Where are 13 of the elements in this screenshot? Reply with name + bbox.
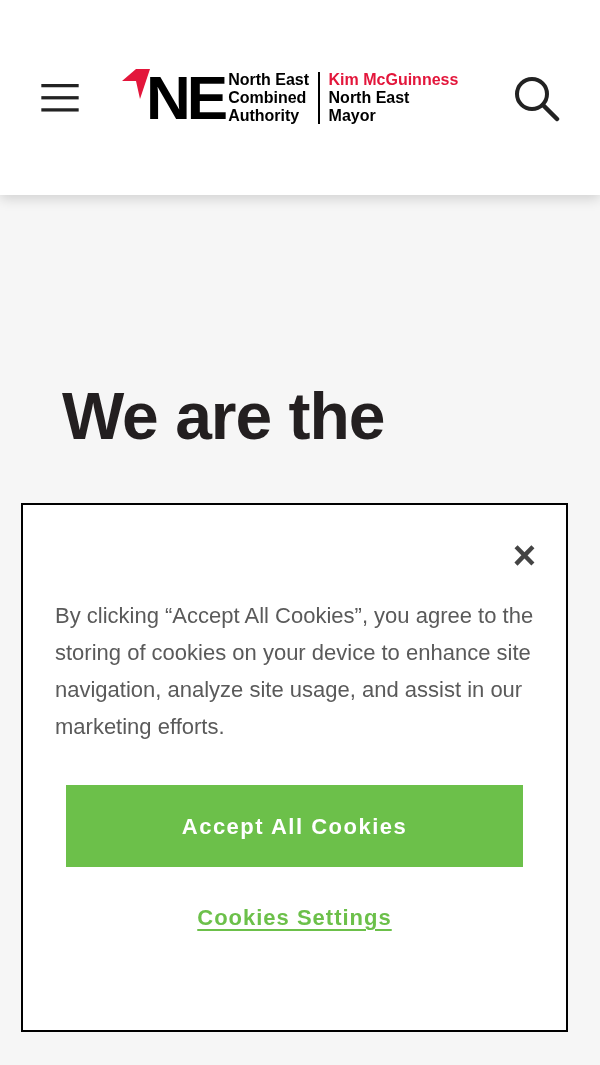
logo-text: North East	[228, 70, 310, 89]
logo-text: Mayor	[328, 106, 377, 125]
menu-icon	[40, 83, 80, 112]
arrow-icon	[122, 68, 150, 99]
logo-letters: NE	[146, 66, 225, 129]
logo-text: Authority	[228, 106, 301, 125]
mayor-name: Kim McGuinness	[328, 70, 459, 89]
cookie-message: By clicking “Accept All Cookies”, you agree to the storing of cookies on your device to enhance site navigation, analyze site usage, and assist in our marketing efforts.	[55, 602, 534, 741]
close-button[interactable]: ×	[512, 535, 536, 575]
hero-heading: We are the	[62, 383, 386, 449]
menu-button[interactable]	[40, 81, 80, 114]
logo-text: Combined	[228, 88, 308, 107]
logo-text: North East	[328, 88, 411, 107]
